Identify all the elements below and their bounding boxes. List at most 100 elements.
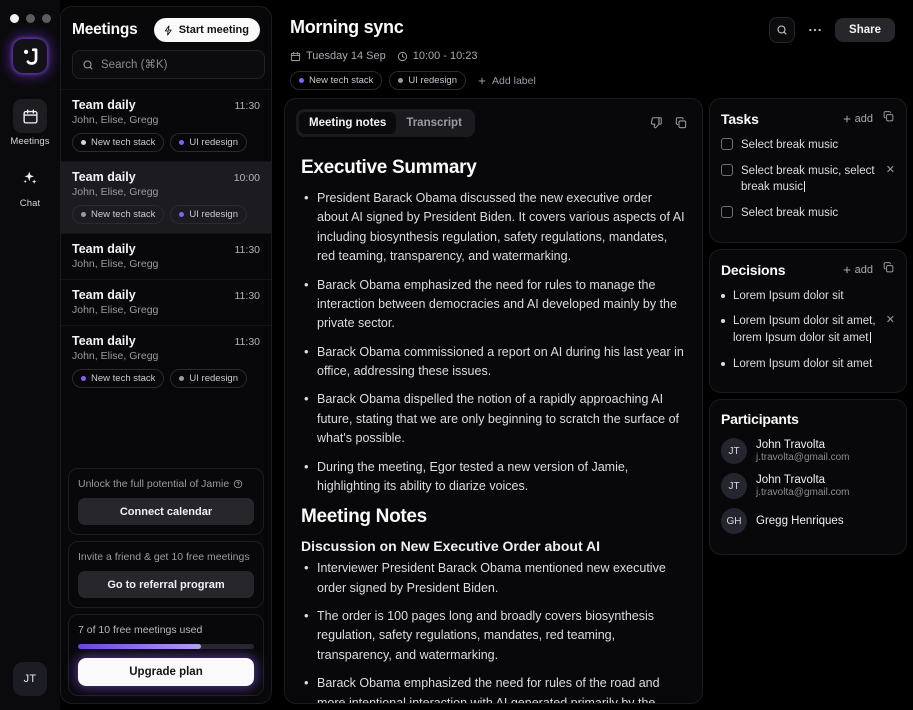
sidebar-item-chat[interactable]: Chat: [4, 161, 56, 209]
start-meeting-button[interactable]: Start meeting: [153, 18, 260, 42]
start-meeting-label: Start meeting: [178, 24, 249, 36]
participant-item[interactable]: GH Gregg Henriques: [721, 508, 895, 535]
sidebar-item-meetings[interactable]: Meetings: [4, 99, 56, 147]
label-chip[interactable]: New tech stack: [72, 369, 165, 388]
share-button[interactable]: Share: [835, 18, 895, 42]
plus-icon: [843, 115, 851, 123]
app-logo-jamie[interactable]: [13, 39, 47, 73]
notes-content: Executive Summary President Barack Obama…: [285, 143, 702, 703]
notes-bullet: Interviewer President Barack Obama menti…: [301, 558, 686, 598]
task-item[interactable]: Select break music: [721, 137, 895, 154]
copy-notes-button[interactable]: [674, 116, 688, 130]
tasks-card: Tasks add Select break music Select brea…: [709, 98, 907, 243]
task-checkbox[interactable]: [721, 138, 733, 150]
meeting-label-chip[interactable]: UI redesign: [389, 71, 467, 90]
label-chip[interactable]: UI redesign: [170, 205, 248, 224]
label-chip[interactable]: New tech stack: [72, 133, 165, 152]
search-input[interactable]: [101, 58, 255, 71]
label-chip-text: New tech stack: [91, 209, 156, 220]
meeting-list-item[interactable]: Team daily 10:00 John, Elise, Gregg New …: [61, 161, 271, 233]
thumbs-down-button[interactable]: [649, 116, 663, 130]
summary-bullet: During the meeting, Egor tested a new ve…: [301, 457, 686, 497]
participant-item[interactable]: JT John Travolta j.travolta@gmail.com: [721, 473, 895, 500]
usage-card: 7 of 10 free meetings used Upgrade plan: [68, 614, 264, 696]
ellipsis-icon: [809, 28, 821, 32]
promo-text: Unlock the full potential of Jamie: [78, 478, 230, 490]
meeting-list[interactable]: Team daily 11:30 John, Elise, Gregg New …: [61, 89, 271, 462]
participant-list: JT John Travolta j.travolta@gmail.com JT…: [721, 438, 895, 535]
add-decision-button[interactable]: add: [842, 264, 873, 276]
sidebar-item-meetings-label: Meetings: [10, 136, 50, 147]
remove-task-button[interactable]: ✕: [886, 164, 895, 176]
decision-text[interactable]: Lorem Ipsum dolor sit amet, lorem Ipsum …: [733, 313, 878, 346]
meeting-list-item[interactable]: Team daily 11:30 John, Elise, Gregg New …: [61, 89, 271, 161]
notes-tabs[interactable]: Meeting notes Transcript: [296, 109, 475, 137]
window-maximize-dot[interactable]: [41, 14, 51, 23]
add-label-button[interactable]: Add label: [473, 72, 540, 90]
task-item[interactable]: Select break music, select break music ✕: [721, 163, 895, 196]
add-task-button[interactable]: add: [842, 113, 873, 125]
search-box[interactable]: [72, 50, 265, 79]
decision-item[interactable]: Lorem Ipsum dolor sit amet, lorem Ipsum …: [721, 313, 895, 346]
meeting-item-name: Team daily: [72, 334, 136, 348]
help-circle-icon[interactable]: [233, 479, 243, 489]
notes-section-list: Interviewer President Barack Obama menti…: [301, 558, 686, 703]
avatar: GH: [721, 508, 747, 535]
notes-actions: [649, 116, 691, 130]
meeting-list-item[interactable]: Team daily 11:30 John, Elise, Gregg New …: [61, 325, 271, 397]
usage-progress-track: [78, 644, 254, 649]
upgrade-plan-button[interactable]: Upgrade plan: [78, 658, 254, 686]
meeting-item-time: 11:30: [234, 100, 261, 112]
task-text[interactable]: Select break music: [741, 137, 895, 154]
participant-name: John Travolta: [756, 439, 826, 452]
decision-text[interactable]: Lorem Ipsum dolor sit: [733, 288, 895, 305]
add-label-text: Add label: [492, 74, 536, 87]
task-checkbox[interactable]: [721, 163, 733, 176]
remove-decision-button[interactable]: ✕: [886, 315, 895, 326]
label-chip[interactable]: UI redesign: [170, 369, 248, 388]
meeting-item-people: John, Elise, Gregg: [72, 186, 159, 198]
chat-icon-wrap: [13, 161, 47, 195]
participant-item[interactable]: JT John Travolta j.travolta@gmail.com: [721, 438, 895, 465]
label-chip[interactable]: UI redesign: [170, 133, 248, 152]
meeting-list-item[interactable]: Team daily 11:30 John, Elise, Gregg: [61, 233, 271, 279]
usage-progress-fill: [78, 644, 202, 649]
decision-item[interactable]: Lorem Ipsum dolor sit amet: [721, 356, 895, 373]
participant-info: Gregg Henriques: [756, 515, 844, 527]
task-text[interactable]: Select break music: [741, 205, 895, 222]
decision-item[interactable]: Lorem Ipsum dolor sit: [721, 288, 895, 305]
label-chip[interactable]: New tech stack: [72, 205, 165, 224]
copy-tasks-button[interactable]: [882, 110, 895, 128]
usage-label: 7 of 10 free meetings used: [78, 624, 203, 636]
notes-tab[interactable]: Transcript: [396, 112, 472, 134]
decision-list: Lorem Ipsum dolor sit Lorem Ipsum dolor …: [721, 288, 895, 373]
task-item[interactable]: Select break music: [721, 205, 895, 222]
decision-text[interactable]: Lorem Ipsum dolor sit amet: [733, 356, 895, 373]
participant-email: j.travolta@gmail.com: [756, 487, 850, 499]
promo-text: Invite a friend & get 10 free meetings: [78, 551, 250, 563]
notes-tab[interactable]: Meeting notes: [299, 112, 397, 134]
promo-card: Invite a friend & get 10 free meetings G…: [68, 541, 264, 608]
copy-icon: [883, 261, 894, 273]
meeting-item-people: John, Elise, Gregg: [72, 114, 159, 126]
meeting-date-text: Tuesday 14 Sep: [306, 50, 386, 62]
promo-button[interactable]: Go to referral program: [78, 571, 254, 598]
meeting-item-name: Team daily: [72, 242, 136, 256]
meeting-label-text: UI redesign: [408, 75, 458, 86]
more-options-button[interactable]: [803, 18, 827, 42]
promo-button[interactable]: Connect calendar: [78, 498, 254, 525]
window-close-dot[interactable]: [9, 14, 19, 23]
copy-icon: [883, 111, 894, 122]
window-minimize-dot[interactable]: [25, 14, 35, 23]
calendar-icon: [22, 108, 38, 124]
task-text[interactable]: Select break music, select break music: [741, 163, 878, 196]
task-checkbox[interactable]: [721, 206, 733, 219]
meeting-list-item[interactable]: Team daily 11:30 John, Elise, Gregg: [61, 279, 271, 325]
meeting-label-chip[interactable]: New tech stack: [290, 71, 383, 90]
copy-decisions-button[interactable]: [882, 261, 895, 279]
user-avatar[interactable]: JT: [13, 662, 47, 696]
search-button[interactable]: [769, 17, 796, 43]
meeting-notes-sections: Discussion on New Executive Order about …: [301, 538, 686, 703]
label-dot-icon: [81, 212, 86, 217]
label-dot-icon: [299, 78, 304, 83]
